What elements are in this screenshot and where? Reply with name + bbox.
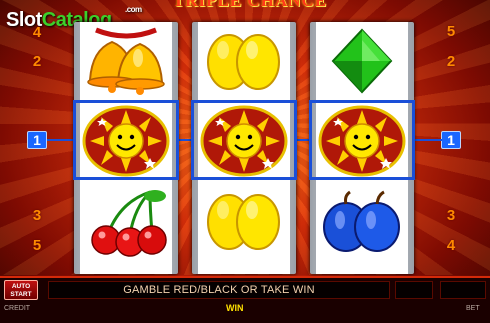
- line-marker-right-active[interactable]: 1: [441, 131, 461, 149]
- control-bar-divider: [0, 276, 490, 278]
- line-marker-right: 3: [446, 207, 456, 224]
- line-marker-left: 2: [32, 53, 42, 70]
- win-label: WIN: [226, 303, 244, 313]
- logo-com: .com: [125, 5, 142, 14]
- status-message: GAMBLE RED/BLACK OR TAKE WIN: [48, 281, 390, 299]
- line-marker-left-active[interactable]: 1: [27, 131, 47, 149]
- payline-segment: [413, 139, 442, 141]
- lemon-symbol: [207, 34, 280, 90]
- lemon-symbol: [207, 194, 280, 250]
- bet-amount-box: [440, 281, 486, 299]
- win-amount-box: [395, 281, 433, 299]
- line-marker-left: 3: [32, 207, 42, 224]
- plums-symbol: [322, 190, 401, 253]
- game-title: TRIPLE CHANCE: [172, 0, 328, 10]
- line-marker-right: 5: [446, 23, 456, 40]
- win-highlight-frame: [191, 100, 297, 180]
- bet-label: BET: [466, 305, 480, 312]
- autostart-button[interactable]: AUTO START: [4, 280, 38, 300]
- autostart-label-line2: START: [10, 291, 32, 298]
- bells-symbol: [80, 22, 172, 100]
- diamond-symbol: [332, 29, 392, 93]
- cherries-symbol: [90, 188, 168, 258]
- win-highlight-frame: [309, 100, 415, 180]
- autostart-label-line1: AUTO: [11, 283, 31, 290]
- line-marker-right: 2: [446, 53, 456, 70]
- line-marker-left: 4: [32, 24, 42, 41]
- credit-label: CREDIT: [4, 305, 31, 312]
- line-marker-left: 5: [32, 237, 42, 254]
- line-marker-right: 4: [446, 237, 456, 254]
- win-highlight-frame: [73, 100, 179, 180]
